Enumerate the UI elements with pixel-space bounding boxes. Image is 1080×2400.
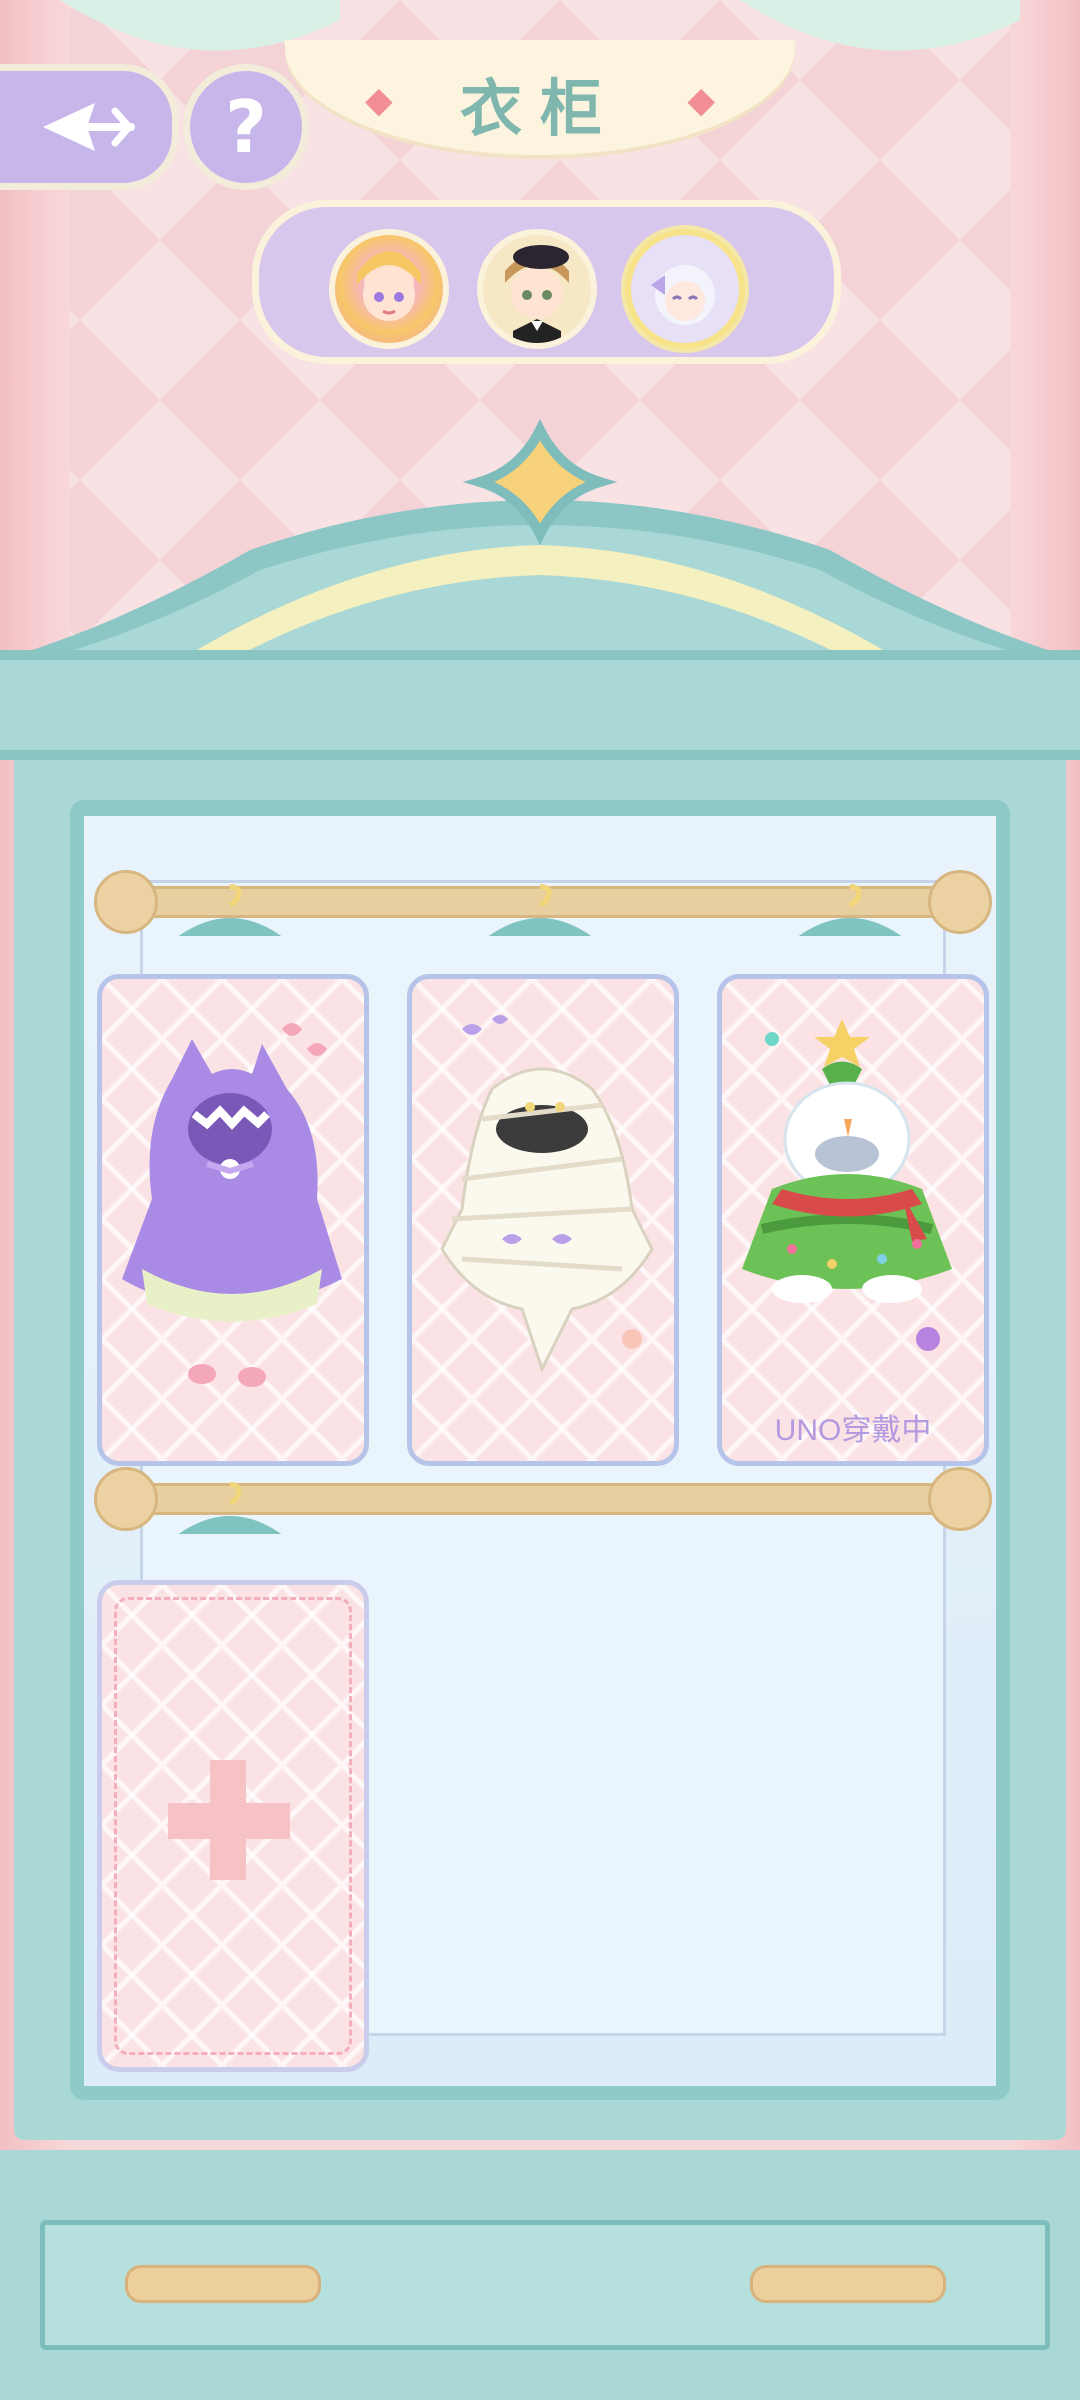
back-button[interactable] bbox=[0, 64, 179, 190]
drawer-handle-left bbox=[125, 2265, 321, 2303]
silver-hair-avatar[interactable] bbox=[625, 229, 745, 349]
back-arrow-icon bbox=[42, 103, 135, 151]
hanger-icon bbox=[178, 1482, 282, 1534]
title-banner: ◆ 衣柜 ◆ bbox=[285, 40, 795, 155]
silver-hair-face-icon bbox=[651, 265, 715, 325]
help-label: ? bbox=[225, 85, 267, 169]
character-selector bbox=[252, 200, 841, 364]
christmas-tree-snowman-costume-icon bbox=[742, 1019, 952, 1351]
page-title: 衣柜 bbox=[459, 72, 620, 145]
brown-hair-avatar[interactable] bbox=[477, 229, 597, 349]
blonde-girl-face-icon bbox=[357, 251, 421, 321]
rod-end-right bbox=[928, 1467, 992, 1531]
outfit-slot-mummy[interactable] bbox=[407, 974, 679, 1466]
add-outfit-slot[interactable] bbox=[97, 1580, 369, 2072]
outfit-slot-purple-hoodie[interactable] bbox=[97, 974, 369, 1466]
wardrobe-crown bbox=[0, 418, 1080, 670]
purple-monster-hoodie-icon bbox=[122, 1023, 342, 1387]
hanger-icon bbox=[178, 884, 282, 936]
drawer-handle-right bbox=[750, 2265, 946, 2303]
help-button[interactable]: ? bbox=[183, 64, 309, 190]
wearing-status: UNO穿戴中 bbox=[774, 1414, 932, 1447]
blonde-girl-avatar[interactable] bbox=[329, 229, 449, 349]
hanger-icon bbox=[798, 884, 902, 936]
title-decoration-right: ◆ bbox=[687, 80, 715, 121]
rod-end-right bbox=[928, 870, 992, 934]
hanger-icon bbox=[488, 884, 592, 936]
outfit-slot-christmas-tree[interactable]: UNO穿戴中 bbox=[717, 974, 989, 1466]
wardrobe-cornice bbox=[0, 650, 1080, 760]
brown-hair-face-icon bbox=[505, 245, 569, 343]
mummy-costume-icon bbox=[440, 1015, 654, 1373]
